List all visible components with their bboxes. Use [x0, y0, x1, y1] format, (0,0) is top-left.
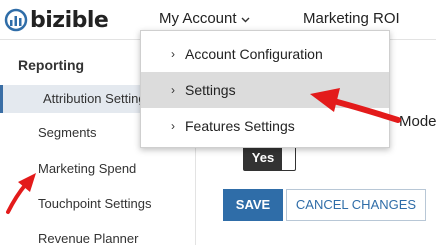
- nav-marketing-roi[interactable]: Marketing ROI: [303, 10, 400, 27]
- mode-label: Mode: [399, 113, 436, 130]
- chevron-down-icon: [241, 10, 250, 27]
- menu-item-label: Features Settings: [185, 118, 295, 134]
- chevron-right-icon: ›: [171, 119, 175, 133]
- chevron-right-icon: ›: [171, 83, 175, 97]
- nav-my-account[interactable]: My Account: [159, 10, 250, 27]
- cancel-changes-button[interactable]: CANCEL CHANGES: [286, 189, 426, 221]
- save-button[interactable]: SAVE: [223, 189, 283, 221]
- menu-item-account-configuration[interactable]: › Account Configuration: [141, 36, 389, 72]
- sidebar-item-touchpoint-settings[interactable]: Touchpoint Settings: [0, 190, 196, 218]
- chevron-right-icon: ›: [171, 47, 175, 61]
- toggle-yes-label: Yes: [244, 145, 282, 170]
- sidebar-item-marketing-spend[interactable]: Marketing Spend: [0, 155, 196, 183]
- menu-item-label: Account Configuration: [185, 46, 323, 62]
- logo-text: bizible: [30, 7, 109, 33]
- sidebar-item-revenue-planner[interactable]: Revenue Planner: [0, 225, 196, 245]
- menu-item-label: Settings: [185, 82, 236, 98]
- my-account-dropdown-menu: › Account Configuration › Settings › Fea…: [140, 30, 390, 148]
- menu-item-settings[interactable]: › Settings: [141, 72, 389, 108]
- bizible-logo[interactable]: bizible: [0, 6, 109, 34]
- nav-my-account-label: My Account: [159, 10, 237, 27]
- bizible-logo-icon: [4, 8, 28, 32]
- sidebar-heading-reporting: Reporting: [18, 57, 85, 73]
- menu-item-features-settings[interactable]: › Features Settings: [141, 108, 389, 144]
- mode-toggle[interactable]: Yes: [243, 144, 296, 171]
